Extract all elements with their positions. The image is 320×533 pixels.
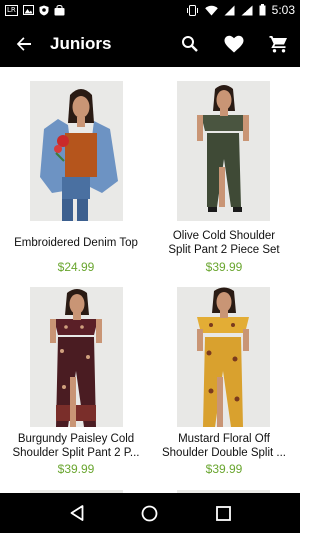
wifi-icon [204, 5, 218, 16]
bag-icon [54, 4, 65, 16]
nav-home-icon [142, 505, 158, 521]
product-card[interactable]: Olive Cold Shoulder Split Pant 2 Piece S… [150, 67, 298, 277]
page-title: Juniors [50, 33, 112, 53]
svg-text:H: H [242, 7, 247, 14]
product-image[interactable] [30, 81, 123, 221]
wishlist-button[interactable] [212, 20, 256, 67]
product-price: $24.99 [57, 260, 95, 274]
product-name-line-1: Olive Cold Shoulder [172, 230, 276, 242]
product-price: $39.99 [205, 462, 243, 476]
status-left-icons: LR [5, 4, 65, 16]
back-button[interactable] [0, 20, 48, 67]
product-image[interactable] [177, 81, 270, 221]
heart-icon [224, 35, 244, 52]
nav-recents-icon [215, 505, 231, 521]
product-name-line-1: Burgundy Paisley Cold [17, 433, 135, 445]
product-card[interactable]: Burgundy Paisley Cold Shoulder Split Pan… [2, 277, 150, 487]
status-bar: LR H 5:03 [0, 0, 300, 20]
vibrate-icon [186, 4, 199, 16]
nav-home-button[interactable] [130, 493, 170, 533]
status-right-icons: H 5:03 [186, 3, 295, 17]
app-screen: LR H 5:03 Juniors Embroidered Denim Top … [0, 0, 300, 533]
signal-icon [224, 5, 235, 16]
app-bar-actions [168, 20, 300, 67]
product-image[interactable] [177, 287, 270, 427]
product-price: $39.99 [57, 462, 95, 476]
nav-back-button[interactable] [57, 493, 97, 533]
product-card[interactable]: Embroidered Denim Top $24.99 [2, 67, 150, 277]
shield-icon [39, 5, 49, 16]
search-icon [182, 35, 198, 52]
image-icon [22, 5, 34, 15]
signal-h-icon: H [241, 5, 253, 16]
product-name: Embroidered Denim Top [14, 237, 138, 249]
product-grid: Embroidered Denim Top $24.99 Olive Cold … [0, 67, 300, 493]
app-bar: Juniors [0, 20, 300, 67]
arrow-back-icon [16, 36, 31, 51]
product-name-line-2: Shoulder Split Pant 2 P... [12, 447, 140, 459]
cart-button[interactable] [256, 20, 300, 67]
nav-recents-button[interactable] [203, 493, 243, 533]
product-name-line-2: Shoulder Double Split ... [161, 447, 287, 459]
product-image[interactable] [30, 287, 123, 427]
product-name-line-1: Mustard Floral Off [178, 433, 270, 445]
search-button[interactable] [168, 20, 212, 67]
product-name-line-2: Split Pant 2 Piece Set [168, 244, 280, 256]
battery-icon [259, 4, 266, 16]
product-card[interactable]: Mustard Floral Off Shoulder Double Split… [150, 277, 298, 487]
lr-badge-icon: LR [5, 4, 18, 16]
cart-icon [269, 35, 287, 52]
product-price: $39.99 [205, 260, 243, 274]
status-time: 5:03 [271, 3, 295, 17]
system-nav-bar [0, 493, 300, 533]
nav-back-icon [70, 505, 84, 521]
